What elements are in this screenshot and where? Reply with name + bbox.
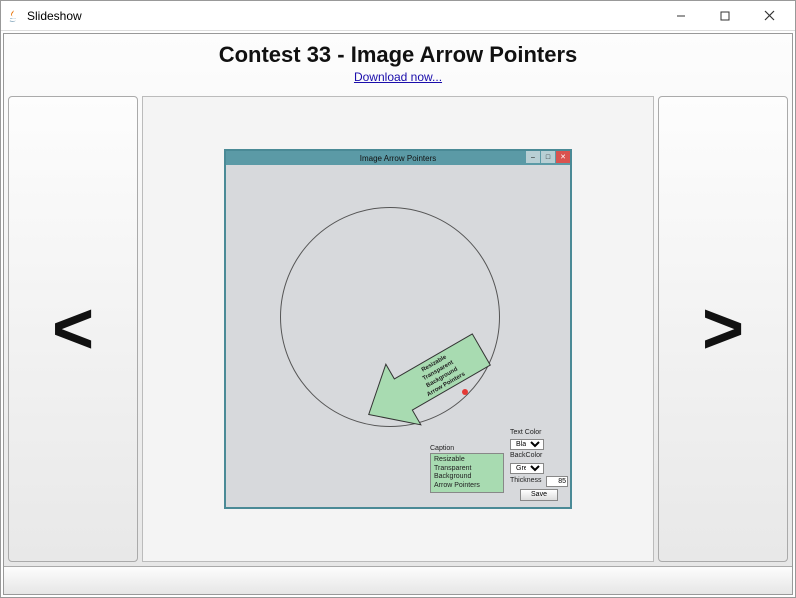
inner-max-icon: □	[541, 151, 555, 163]
caption-label: Caption	[430, 445, 504, 453]
slide-image: Image Arrow Pointers – □ ✕ Resizable	[224, 149, 572, 509]
inner-save-button: Save	[520, 489, 558, 501]
close-button[interactable]	[747, 2, 791, 30]
inner-min-icon: –	[526, 151, 540, 163]
window-title: Slideshow	[27, 9, 659, 23]
next-button[interactable]: >	[658, 96, 788, 562]
window-titlebar: Slideshow	[1, 1, 795, 31]
caption-line: Background	[434, 473, 500, 481]
inner-canvas: Resizable Transparent Background Arrow P…	[230, 167, 566, 503]
backcolor-label: BackColor	[510, 452, 568, 460]
controls-panel: Text Color Black BackColor Green Thickne	[510, 429, 568, 501]
caption-line: Resizable	[434, 456, 500, 464]
caption-panel: Caption Resizable Transparent Background…	[430, 445, 504, 493]
download-link[interactable]: Download now...	[354, 70, 442, 84]
arrow-pointer-shape: Resizable Transparent Background Arrow P…	[350, 332, 500, 432]
backcolor-select: Green	[510, 463, 544, 474]
footer-bar	[4, 566, 792, 594]
textcolor-select: Black	[510, 439, 544, 450]
slide-area: < Image Arrow Pointers – □ ✕	[4, 92, 792, 566]
maximize-button[interactable]	[703, 2, 747, 30]
inner-title-text: Image Arrow Pointers	[360, 154, 436, 163]
caption-line: Transparent	[434, 465, 500, 473]
thickness-label: Thickness	[510, 477, 546, 485]
caption-line: Arrow Pointers	[434, 482, 500, 490]
inner-close-icon: ✕	[556, 151, 570, 163]
inner-window-title: Image Arrow Pointers – □ ✕	[226, 151, 570, 165]
textcolor-label: Text Color	[510, 429, 568, 437]
slide-stage: Image Arrow Pointers – □ ✕ Resizable	[142, 96, 654, 562]
slide-header: Contest 33 - Image Arrow Pointers Downlo…	[4, 34, 792, 92]
minimize-button[interactable]	[659, 2, 703, 30]
prev-button[interactable]: <	[8, 96, 138, 562]
caption-textarea: Resizable Transparent Background Arrow P…	[430, 453, 504, 493]
thickness-input	[546, 476, 568, 487]
java-icon	[5, 8, 21, 24]
main-panel: Contest 33 - Image Arrow Pointers Downlo…	[3, 33, 793, 595]
slide-title: Contest 33 - Image Arrow Pointers	[4, 42, 792, 68]
